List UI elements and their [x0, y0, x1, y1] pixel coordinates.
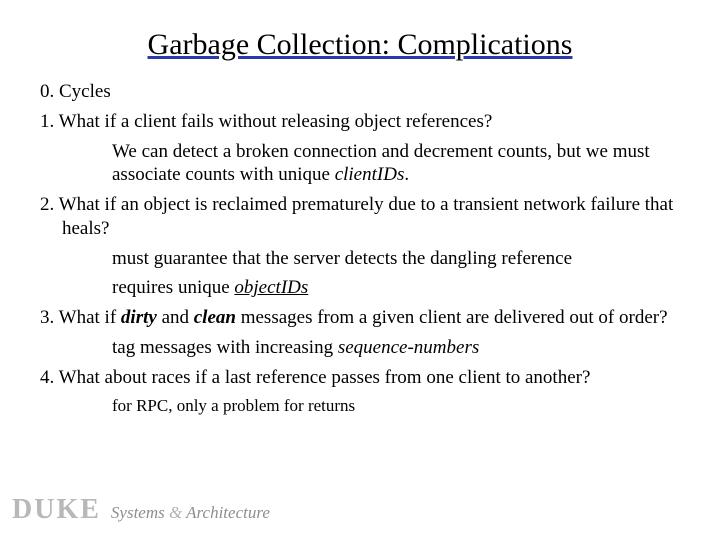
item-3: 3. What if dirty and clean messages from…: [40, 306, 680, 330]
emphasis-objectids: objectIDs: [234, 277, 308, 298]
slide: Garbage Collection: Complications 0. Cyc…: [0, 0, 720, 540]
item-2-sub-2: requires unique objectIDs: [112, 276, 680, 300]
item-1-sub: We can detect a broken connection and de…: [112, 140, 680, 188]
emphasis-clientids: clientIDs: [335, 164, 405, 185]
item-3-sub: tag messages with increasing sequence-nu…: [112, 336, 680, 360]
text: and: [157, 307, 194, 328]
footer-ampersand: &: [169, 503, 182, 522]
item-1: 1. What if a client fails without releas…: [40, 110, 680, 134]
slide-body: 0. Cycles 1. What if a client fails with…: [40, 80, 680, 417]
item-4: 4. What about races if a last reference …: [40, 366, 680, 390]
text: requires unique: [112, 277, 234, 298]
item-0: 0. Cycles: [40, 80, 680, 104]
item-2: 2. What if an object is reclaimed premat…: [40, 193, 680, 241]
text: .: [404, 164, 409, 185]
item-4-sub: for RPC, only a problem for returns: [112, 395, 680, 416]
emphasis-clean: clean: [194, 307, 236, 328]
emphasis-dirty: dirty: [121, 307, 157, 328]
slide-title: Garbage Collection: Complications: [40, 28, 680, 62]
text: messages from a given client are deliver…: [236, 307, 668, 328]
footer-duke-logo: DUKE: [12, 494, 101, 526]
footer: DUKE Systems & Architecture: [12, 494, 270, 526]
footer-architecture: Architecture: [186, 503, 270, 522]
footer-systems: Systems: [111, 503, 165, 522]
item-2-sub-1: must guarantee that the server detects t…: [112, 247, 680, 271]
text: 3. What if: [40, 307, 121, 328]
footer-tagline: Systems & Architecture: [111, 503, 270, 523]
text: tag messages with increasing: [112, 337, 338, 358]
emphasis-sequence-numbers: sequence-numbers: [338, 337, 479, 358]
